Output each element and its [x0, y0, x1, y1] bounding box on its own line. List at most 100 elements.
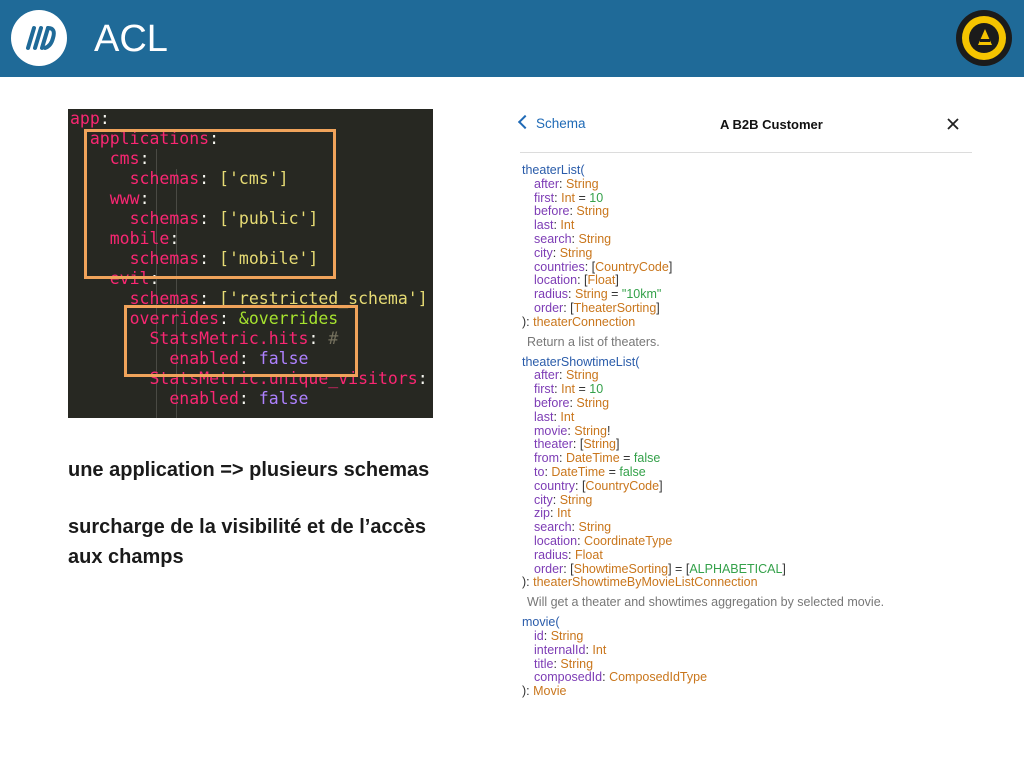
- schema-line: theaterList(: [522, 163, 585, 177]
- schema-token: "10km": [621, 287, 662, 302]
- code-token: enabled: [169, 389, 239, 408]
- schema-token: city: [534, 245, 553, 260]
- schema-line: after: String: [534, 368, 599, 382]
- schema-type-link[interactable]: Int: [557, 506, 571, 520]
- schema-token: last: [534, 409, 554, 424]
- code-token: :: [238, 389, 259, 408]
- schema-field-link[interactable]: movie(: [522, 615, 560, 629]
- schema-token: : [: [572, 437, 584, 452]
- schema-token: :: [552, 492, 560, 507]
- schema-token: : [: [577, 273, 588, 288]
- schema-token: id: [534, 629, 544, 643]
- schema-token: ]: [616, 437, 620, 452]
- schema-type-link[interactable]: String: [575, 287, 608, 301]
- schema-token: =: [605, 465, 620, 479]
- schema-type-link[interactable]: Int: [592, 643, 606, 657]
- schema-line: theater: [String]: [534, 437, 619, 451]
- schema-line: radius: Float: [534, 548, 603, 562]
- schema-type-link[interactable]: DateTime: [566, 451, 620, 465]
- schema-token: movie: [534, 423, 568, 438]
- schema-token: :: [549, 506, 557, 521]
- schema-token: ]: [659, 478, 663, 493]
- schema-token: before: [534, 204, 570, 219]
- schema-line: movie(: [522, 615, 560, 629]
- schema-type-link[interactable]: ShowtimeSorting: [574, 562, 669, 576]
- schema-line: zip: Int: [534, 506, 571, 520]
- schema-line: internalId: Int: [534, 643, 606, 657]
- schema-type-link[interactable]: CountryCode: [585, 479, 659, 493]
- schema-type-link[interactable]: String: [566, 368, 599, 382]
- schema-type-link[interactable]: Float: [588, 273, 616, 287]
- schema-type-link[interactable]: String: [560, 657, 593, 671]
- schema-type-link[interactable]: Int: [561, 191, 575, 205]
- schema-type-link[interactable]: Float: [575, 548, 603, 562]
- schema-type-link[interactable]: Int: [561, 382, 575, 396]
- schema-type-link[interactable]: String: [578, 232, 611, 246]
- schema-token: =: [575, 382, 590, 397]
- schema-token: :: [552, 245, 560, 260]
- slide-title: ACL: [94, 18, 168, 60]
- schema-type-link[interactable]: String: [560, 493, 593, 507]
- schema-type-link[interactable]: DateTime: [551, 465, 605, 479]
- schema-token: Return a list of theaters.: [527, 334, 660, 349]
- schema-type-link[interactable]: theaterConnection: [533, 315, 635, 329]
- schema-token: false: [619, 465, 646, 479]
- schema-back-link[interactable]: Schema: [517, 114, 586, 131]
- schema-token: :: [559, 176, 566, 191]
- schema-type-link[interactable]: Int: [560, 218, 574, 232]
- schema-token: 10: [589, 382, 604, 397]
- schema-token: city: [534, 492, 553, 507]
- schema-token: ]: [782, 561, 786, 576]
- schema-type-link[interactable]: Movie: [533, 684, 566, 698]
- schema-field-link[interactable]: theaterShowtimeList(: [522, 355, 639, 369]
- schema-type-link[interactable]: String: [578, 520, 611, 534]
- schema-token: : [: [575, 478, 586, 493]
- close-icon[interactable]: [945, 116, 961, 132]
- schema-token: !: [606, 423, 611, 438]
- schema-type-link[interactable]: CountryCode: [595, 260, 669, 274]
- schema-token: :: [577, 534, 585, 548]
- schema-line: before: String: [534, 396, 609, 410]
- schema-type-link[interactable]: String: [576, 396, 609, 410]
- schema-type-link[interactable]: Int: [560, 410, 574, 424]
- schema-token: =: [607, 287, 622, 302]
- schema-token: :: [568, 547, 575, 562]
- applications-highlight-box: [84, 129, 336, 279]
- schema-field-link[interactable]: theaterList(: [522, 163, 585, 177]
- code-token: false: [258, 389, 309, 408]
- schema-token: :: [559, 368, 566, 383]
- caption-override-line-2: aux champs: [68, 546, 184, 568]
- code-token: :: [99, 109, 110, 128]
- code-line: enabled: false: [70, 389, 308, 409]
- schema-type-link[interactable]: String: [560, 246, 593, 260]
- schema-line: theaterShowtimeList(: [522, 355, 639, 369]
- schema-type-link[interactable]: String: [576, 204, 609, 218]
- schema-token: ):: [522, 575, 534, 590]
- schema-token: ):: [522, 314, 534, 329]
- schema-line: before: String: [534, 204, 609, 218]
- schema-line: first: Int = 10: [534, 191, 603, 205]
- schema-token: ]: [615, 273, 619, 288]
- schema-line: ): theaterConnection: [522, 315, 635, 329]
- schema-token: :: [543, 629, 551, 643]
- schema-type-link[interactable]: TheaterSorting: [574, 301, 657, 315]
- code-line: app:: [70, 109, 110, 129]
- schema-type-link[interactable]: CoordinateType: [584, 534, 672, 548]
- schema-description: Return a list of theaters.: [527, 335, 660, 349]
- overrides-highlight-box: [124, 305, 358, 377]
- schema-token: ]: [656, 301, 660, 315]
- schema-type-link[interactable]: String: [583, 437, 616, 451]
- schema-type-link[interactable]: String: [574, 424, 607, 438]
- schema-token: 10: [589, 190, 604, 205]
- schema-type-link[interactable]: String: [566, 177, 599, 191]
- schema-type-link[interactable]: ComposedIdType: [609, 670, 707, 684]
- schema-back-label: Schema: [536, 116, 586, 131]
- schema-type-link[interactable]: String: [551, 629, 584, 643]
- schema-line: title: String: [534, 657, 593, 671]
- schema-token: location: [534, 534, 578, 548]
- schema-token: Will get a theater and showtimes aggrega…: [527, 595, 885, 610]
- schema-token: : [: [563, 301, 574, 315]
- schema-line: ): Movie: [522, 684, 566, 698]
- schema-token: to: [534, 465, 545, 479]
- schema-type-link[interactable]: theaterShowtimeByMovieListConnection: [533, 575, 757, 589]
